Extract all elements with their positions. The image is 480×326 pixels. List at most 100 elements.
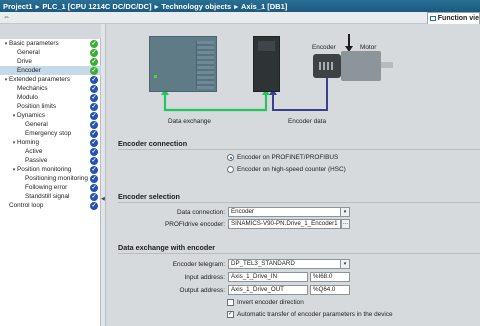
encoder-settings-panel: Encoder Motor Data exchange Encoder data… [107,24,480,326]
tab-function-view[interactable]: Function vie [427,12,480,24]
nav-item-label: Mechanics [17,85,48,92]
status-info-icon: ✓ [90,183,98,192]
encoder-telegram-label: Encoder telegram: [172,261,225,268]
encoder-profinet-radio-row[interactable]: Encoder on PROFINET/PROFIBUS [227,153,338,162]
browse-button[interactable]: ... [341,219,350,229]
nav-item-label: Active [25,148,43,155]
encoder-image [313,54,341,78]
status-info-icon: ✓ [90,138,98,147]
profidrive-encoder-label: PROFIdrive encoder: [164,221,225,228]
nav-item-label: Following error [25,184,68,191]
status-info-icon: ✓ [90,84,98,93]
encoder-telegram-select[interactable]: DP_TEL3_STANDARD [228,259,341,269]
input-address-tag-field[interactable]: Axis_1_Drive_IN [228,272,308,282]
encoder-fins [319,62,335,70]
nav-item-label: Dynamics [17,112,46,119]
encoder-profinet-label: Encoder on PROFINET/PROFIBUS [237,154,339,161]
status-info-icon: ✓ [90,147,98,156]
section-divider [118,149,480,150]
panel-splitter[interactable]: ◀ [101,24,106,326]
motor-image [341,51,381,81]
nav-item-general[interactable]: General ✓ [0,48,101,57]
nav-item-control-loop[interactable]: Control loop ✓ [0,201,101,210]
plc-image [149,36,217,92]
nav-item-label: Basic parameters [9,40,59,47]
status-ok-icon: ✓ [90,57,98,66]
auto-transfer-row[interactable]: ✓ Automatic transfer of encoder paramete… [227,310,393,319]
breadcrumb-plc[interactable]: PLC_1 [CPU 1214C DC/DC/DC] [42,2,151,11]
navigation-toggle-icon[interactable]: ⇔ [3,14,10,21]
output-address-value[interactable]: %Q64.0 [310,285,350,295]
nav-item-extended-parameters[interactable]: ▾ Extended parameters ✓ [0,75,101,84]
status-ok-icon: ✓ [90,48,98,57]
nav-item-basic-parameters[interactable]: ▾ Basic parameters ✓ [0,39,101,48]
status-info-icon: ✓ [90,111,98,120]
encoder-hsc-radio-row[interactable]: Encoder on high-speed counter (HSC) [227,165,346,174]
nav-item-standstill-signal[interactable]: Standstill signal ✓ [0,192,101,201]
encoder-diagram: Encoder Motor Data exchange Encoder data [107,24,480,132]
nav-item-mechanics[interactable]: Mechanics ✓ [0,84,101,93]
status-info-icon: ✓ [90,129,98,138]
status-info-icon: ✓ [90,165,98,174]
status-info-icon: ✓ [90,192,98,201]
auto-transfer-checkbox[interactable]: ✓ [227,311,234,318]
encoder-profinet-radio[interactable] [227,154,234,161]
nav-item-modulo[interactable]: Modulo ✓ [0,93,101,102]
breadcrumb-separator: ▸ [35,1,40,11]
nav-item-label: Standstill signal [25,193,70,200]
nav-item-label: Position limits [17,103,57,110]
invert-direction-checkbox[interactable] [227,299,234,306]
encoder-hsc-label: Encoder on high-speed counter (HSC) [237,166,346,173]
plc-run-led [154,75,157,78]
invert-direction-row[interactable]: Invert encoder direction [227,298,304,307]
invert-direction-label: Invert encoder direction [237,299,304,306]
nav-item-label: Modulo [17,94,38,101]
drive-image [253,36,280,92]
nav-item-emergency-stop[interactable]: Emergency stop ✓ [0,129,101,138]
encoder-hsc-radio[interactable] [227,166,234,173]
function-view-icon [430,16,436,21]
status-info-icon: ✓ [90,201,98,210]
nav-item-passive[interactable]: Passive ✓ [0,156,101,165]
nav-item-general[interactable]: General ✓ [0,120,101,129]
output-address-label: Output address: [179,287,225,294]
toolbar: ⇔ [0,12,480,24]
nav-item-label: Extended parameters [9,76,71,83]
nav-item-label: Control loop [9,202,44,209]
parameter-navigation: ▾ Basic parameters ✓ General ✓ Drive ✓ Encoder ✓… [0,39,101,326]
nav-item-following-error[interactable]: Following error ✓ [0,183,101,192]
profidrive-encoder-field[interactable]: SINAMICS-V90-PN.Drive_1_Encoder1 [228,219,341,229]
breadcrumb: Project1 ▸ PLC_1 [CPU 1214C DC/DC/DC] ▸ … [0,0,480,12]
input-address-label: Input address: [184,274,225,281]
chevron-down-icon[interactable]: ▾ [341,207,350,217]
breadcrumb-technology-objects[interactable]: Technology objects [161,2,231,11]
nav-item-positioning-monitoring[interactable]: Positioning monitoring ✓ [0,174,101,183]
data-connection-select[interactable]: Encoder [228,207,341,217]
nav-item-drive[interactable]: Drive ✓ [0,57,101,66]
input-address-value[interactable]: %I68.0 [310,272,350,282]
section-divider [118,202,480,203]
chevron-down-icon[interactable]: ▾ [341,259,350,269]
nav-item-position-limits[interactable]: Position limits ✓ [0,102,101,111]
auto-transfer-label: Automatic transfer of encoder parameters… [237,311,393,318]
breadcrumb-axis[interactable]: Axis_1 [DB1] [241,2,287,11]
status-info-icon: ✓ [90,120,98,129]
nav-item-label: Positioning monitoring [25,175,88,182]
nav-item-label: Homing [17,139,40,146]
breadcrumb-project[interactable]: Project1 [3,2,33,11]
nav-item-encoder[interactable]: Encoder ✓ [0,66,101,75]
output-address-tag-field[interactable]: Axis_1_Drive_OUT [228,285,308,295]
status-info-icon: ✓ [90,93,98,102]
nav-item-position-monitoring[interactable]: ▾ Position monitoring ✓ [0,165,101,174]
status-info-icon: ✓ [90,156,98,165]
nav-item-homing[interactable]: ▾ Homing ✓ [0,138,101,147]
nav-item-active[interactable]: Active ✓ [0,147,101,156]
status-info-icon: ✓ [90,102,98,111]
encoder-connection-title: Encoder connection [118,139,188,148]
breadcrumb-separator: ▸ [234,1,238,11]
status-info-icon: ✓ [90,174,98,183]
nav-item-dynamics[interactable]: ▾ Dynamics ✓ [0,111,101,120]
data-exchange-line [163,92,268,112]
collapse-arrow-icon[interactable]: ◀ [101,196,106,202]
data-exchange-title: Data exchange with encoder [118,243,216,252]
